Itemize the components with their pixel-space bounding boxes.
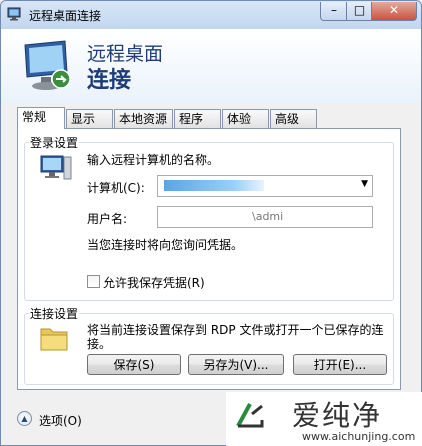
open-button[interactable]: 打开(E)...: [293, 354, 387, 375]
computer-value-highlight: [164, 180, 264, 191]
login-settings-label: 登录设置: [29, 134, 80, 151]
computer-combobox[interactable]: ▼: [157, 175, 373, 197]
brand-logo-icon: [236, 403, 264, 428]
username-label: 用户名:: [87, 212, 128, 226]
watermark-brand: 爱纯净: [292, 399, 383, 432]
window-title: 远程桌面连接: [29, 9, 102, 23]
credential-note: 当您连接时将向您询问凭据。: [87, 238, 244, 252]
remote-desktop-window: 远程桌面连接 – □ ✕ 远程桌面 连接 常规 显示 本地资源 程序 体验 高级…: [0, 0, 422, 446]
tab-general[interactable]: 常规: [17, 107, 65, 129]
allow-save-checkbox[interactable]: [87, 275, 100, 288]
username-field[interactable]: \admi: [157, 206, 373, 228]
chevron-down-icon[interactable]: ▼: [361, 179, 368, 189]
computer-monitor-icon: [24, 40, 71, 90]
tab-display[interactable]: 显示: [66, 109, 113, 128]
options-label[interactable]: 选项(O): [39, 412, 82, 429]
close-button[interactable]: ✕: [371, 2, 417, 21]
username-value: \admi: [252, 210, 284, 223]
tab-programs[interactable]: 程序: [174, 109, 221, 128]
connection-description-line1: 将当前连接设置保存到 RDP 文件或打开一个已保存的连: [87, 323, 384, 337]
computer-icon: [40, 155, 72, 180]
save-button[interactable]: 保存(S): [87, 354, 181, 375]
title-bar[interactable]: 远程桌面连接 – □ ✕: [1, 1, 421, 29]
watermark-url: www.aichunjing.com: [302, 430, 416, 443]
watermark: 爱纯净 www.aichunjing.com: [226, 392, 422, 446]
tab-advanced[interactable]: 高级: [270, 109, 317, 128]
minimize-button[interactable]: –: [320, 2, 348, 21]
header-banner: 远程桌面 连接: [1, 29, 421, 103]
allow-save-label[interactable]: 允许我保存凭据(R): [103, 274, 205, 291]
tab-local-resources[interactable]: 本地资源: [114, 109, 173, 128]
connection-settings-label: 连接设置: [29, 305, 80, 322]
computer-label: 计算机(C):: [87, 181, 145, 195]
tab-experience[interactable]: 体验: [222, 109, 269, 128]
save-as-button[interactable]: 另存为(V)...: [188, 354, 284, 375]
header-title-line2: 连接: [87, 68, 132, 93]
connection-description-line2: 接。: [87, 337, 112, 351]
folder-icon: [40, 328, 68, 351]
remote-desktop-icon: [7, 7, 21, 21]
instruction-text: 输入远程计算机的名称。: [87, 153, 220, 167]
maximize-button[interactable]: □: [346, 2, 373, 21]
chevron-up-icon[interactable]: ▲: [17, 411, 32, 426]
